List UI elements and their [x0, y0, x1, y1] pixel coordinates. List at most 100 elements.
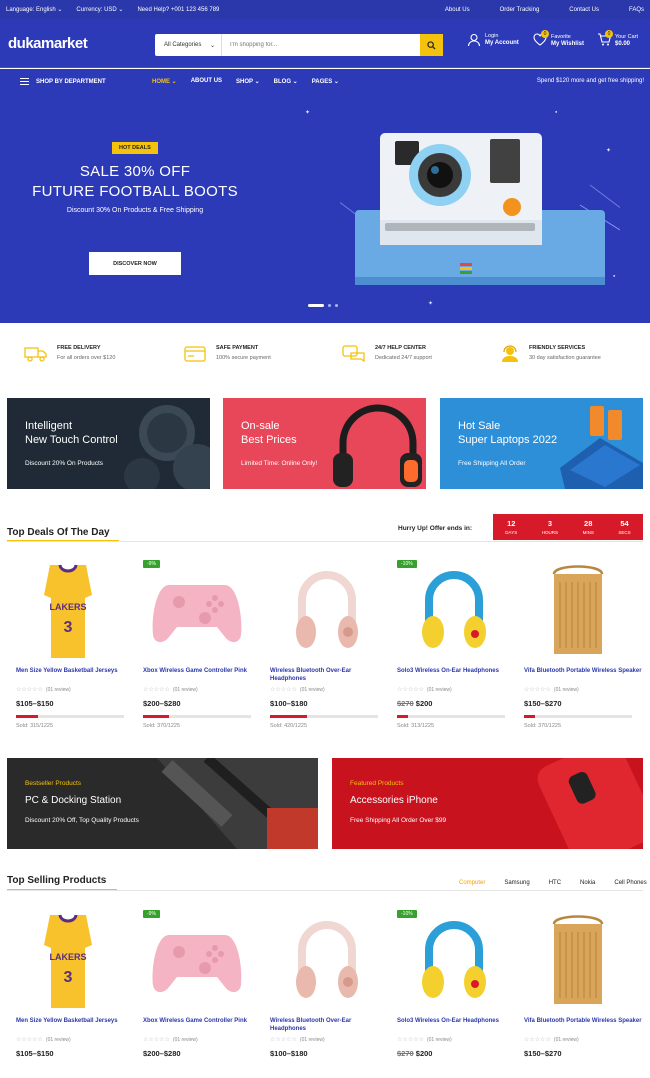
logo[interactable]: dukamarket — [8, 35, 88, 52]
product-name[interactable]: Solo3 Wireless On-Ear Headphones — [397, 668, 515, 684]
product-name[interactable]: Vifa Bluetooth Portable Wireless Speaker — [524, 1018, 642, 1034]
about-us-link[interactable]: About Us — [445, 7, 470, 13]
rating: ☆☆☆☆☆ (01 review) — [270, 686, 325, 694]
headphones-image — [333, 404, 422, 487]
product-name[interactable]: Solo3 Wireless On-Ear Headphones — [397, 1018, 515, 1034]
banner-super-laptops[interactable]: Hot Sale Super Laptops 2022 Free Shippin… — [440, 398, 643, 489]
rating: ☆☆☆☆☆ (01 review) — [397, 686, 452, 694]
rating: ☆☆☆☆☆ (01 review) — [397, 1036, 452, 1044]
product-card[interactable]: Wireless Bluetooth Over-Ear Headphones ☆… — [270, 910, 388, 1058]
divider — [7, 541, 643, 542]
product-name[interactable]: Wireless Bluetooth Over-Ear Headphones — [270, 1018, 388, 1034]
tab-samsung[interactable]: Samsung — [504, 880, 529, 886]
sold-progress-fill — [143, 715, 169, 718]
headphones-image — [296, 571, 358, 648]
banner-title-line1: Intelligent — [25, 420, 73, 432]
promo-banner-pc-docking[interactable]: Bestseller Products PC & Docking Station… — [7, 758, 318, 849]
tab-cell-phones[interactable]: Cell Phones — [614, 880, 646, 886]
language-select[interactable]: Language: English ⌄ — [6, 6, 62, 13]
product-name[interactable]: Men Size Yellow Basketball Jerseys — [16, 1018, 134, 1034]
instant-camera-image — [340, 133, 620, 285]
feature-desc: 100% secure payment — [216, 355, 271, 361]
banner-best-prices[interactable]: On-sale Best Prices Limited Time: Online… — [223, 398, 426, 489]
banner-touch-control[interactable]: Intelligent New Touch Control Discount 2… — [7, 398, 210, 489]
product-card[interactable]: -10% Solo3 Wireless On-Ear Headphones ☆☆… — [397, 560, 515, 729]
nav-blog[interactable]: BLOG ⌄ — [274, 78, 298, 85]
feature-friendly-services: FRIENDLY SERVICES 30 day satisfaction gua… — [500, 345, 601, 363]
contact-us-link[interactable]: Contact Us — [569, 7, 599, 13]
timer-secs: 54 SECS — [618, 519, 631, 535]
wishlist-link[interactable]: 0 Favorite My Wishlist — [533, 30, 584, 49]
promo-title: PC & Docking Station — [25, 795, 122, 806]
my-account-label: My Account — [485, 39, 519, 46]
credit-card-icon — [184, 346, 206, 362]
slider-dots — [308, 304, 338, 307]
product-card[interactable]: -9% Xbox Wireless Game Controller Pink ☆… — [143, 560, 261, 729]
sale-price: $200 — [415, 699, 433, 708]
slide-dot-2[interactable] — [328, 304, 331, 307]
top-bar: Language: English ⌄ Currency: USD ⌄ Need… — [0, 0, 650, 19]
slide-dot-1[interactable] — [308, 304, 324, 307]
hurry-label: Hurry Up! Offer ends in: — [398, 525, 473, 532]
feature-safe-payment: SAFE PAYMENT 100% secure payment — [183, 345, 271, 363]
hot-deals-badge: HOT DEALS — [112, 142, 158, 154]
faqs-link[interactable]: FAQs — [629, 7, 644, 13]
search-icon — [427, 40, 436, 50]
tab-htc[interactable]: HTC — [549, 880, 561, 886]
feature-help-center: 24/7 HELP CENTER Dedicated 24/7 support — [342, 345, 432, 363]
sold-count: Sold: 315/1225 — [16, 723, 54, 729]
rating: ☆☆☆☆☆ (01 review) — [16, 686, 71, 694]
header: dukamarket All Categories⌄ LoginMy Accou… — [0, 19, 650, 68]
free-shipping-promo: Spend $120 more and get free shipping! — [536, 78, 644, 84]
feature-title: FREE DELIVERY — [57, 345, 101, 351]
tab-computer[interactable]: Computer — [459, 880, 485, 886]
order-tracking-link[interactable]: Order Tracking — [500, 7, 540, 13]
search-input[interactable] — [222, 34, 420, 56]
rating: ☆☆☆☆☆ (01 review) — [270, 1036, 325, 1044]
rating: ☆☆☆☆☆ (01 review) — [143, 1036, 198, 1044]
sold-progress — [397, 715, 505, 718]
product-name[interactable]: Xbox Wireless Game Controller Pink — [143, 668, 261, 684]
promo-tag: Featured Products — [350, 780, 404, 787]
product-name[interactable]: Vifa Bluetooth Portable Wireless Speaker — [524, 668, 642, 684]
product-card[interactable]: LAKERS 3 Men Size Yellow Basketball Jerse… — [16, 560, 134, 729]
category-select[interactable]: All Categories ⌄ — [155, 34, 222, 56]
promo-title: Accessories iPhone — [350, 795, 438, 806]
promo-banner-accessories[interactable]: Featured Products Accessories iPhone Fre… — [332, 758, 643, 849]
search-button[interactable] — [420, 34, 443, 56]
banner-subtitle: Discount 20% On Products — [25, 459, 104, 467]
timer-mins: 28 MINS — [582, 519, 594, 535]
product-card[interactable]: -10% Solo3 Wireless On-Ear Headphones ☆☆… — [397, 910, 515, 1058]
discover-now-button[interactable]: DISCOVER NOW — [89, 252, 181, 275]
nav-about-us[interactable]: ABOUT US — [191, 78, 222, 85]
currency-select[interactable]: Currency: USD ⌄ — [76, 6, 123, 13]
divider — [7, 890, 643, 891]
nav-home[interactable]: HOME ⌄ — [152, 78, 177, 85]
tab-nokia[interactable]: Nokia — [580, 880, 595, 886]
account-link[interactable]: Login My Account — [467, 33, 519, 47]
nav-shop[interactable]: SHOP ⌄ — [236, 78, 260, 85]
headphones-image — [422, 921, 486, 998]
product-card[interactable]: LAKERS 3 Men Size Yellow Basketball Jerse… — [16, 910, 134, 1058]
svg-text:LAKERS: LAKERS — [49, 602, 86, 612]
product-card[interactable]: Wireless Bluetooth Over-Ear Headphones ☆… — [270, 560, 388, 729]
old-price: $270 — [397, 699, 414, 708]
svg-text:LAKERS: LAKERS — [49, 952, 86, 962]
product-name[interactable]: Wireless Bluetooth Over-Ear Headphones — [270, 668, 388, 684]
banner-title-line2: Best Prices — [241, 433, 297, 446]
cart-link[interactable]: 0 Your Cart $0.00 — [597, 30, 638, 49]
countdown-timer: 12 DAYS 3 HOURS 28 MINS 54 SECS — [493, 514, 643, 540]
discount-badge: -10% — [397, 560, 417, 568]
rating: ☆☆☆☆☆ (01 review) — [16, 1036, 71, 1044]
product-name[interactable]: Men Size Yellow Basketball Jerseys — [16, 668, 134, 684]
product-card[interactable]: Vifa Bluetooth Portable Wireless Speaker… — [524, 910, 642, 1058]
sold-progress-fill — [397, 715, 408, 718]
slide-dot-3[interactable] — [335, 304, 338, 307]
product-card[interactable]: Vifa Bluetooth Portable Wireless Speaker… — [524, 560, 642, 729]
help-phone: Need Help? +001 123 456 789 — [137, 6, 220, 13]
shop-by-department[interactable]: SHOP BY DEPARTMENT — [20, 78, 106, 85]
product-card[interactable]: -9% Xbox Wireless Game Controller Pink ☆… — [143, 910, 261, 1058]
feature-desc: Dedicated 24/7 support — [375, 355, 432, 361]
product-name[interactable]: Xbox Wireless Game Controller Pink — [143, 1018, 261, 1034]
nav-pages[interactable]: PAGES ⌄ — [312, 78, 339, 85]
